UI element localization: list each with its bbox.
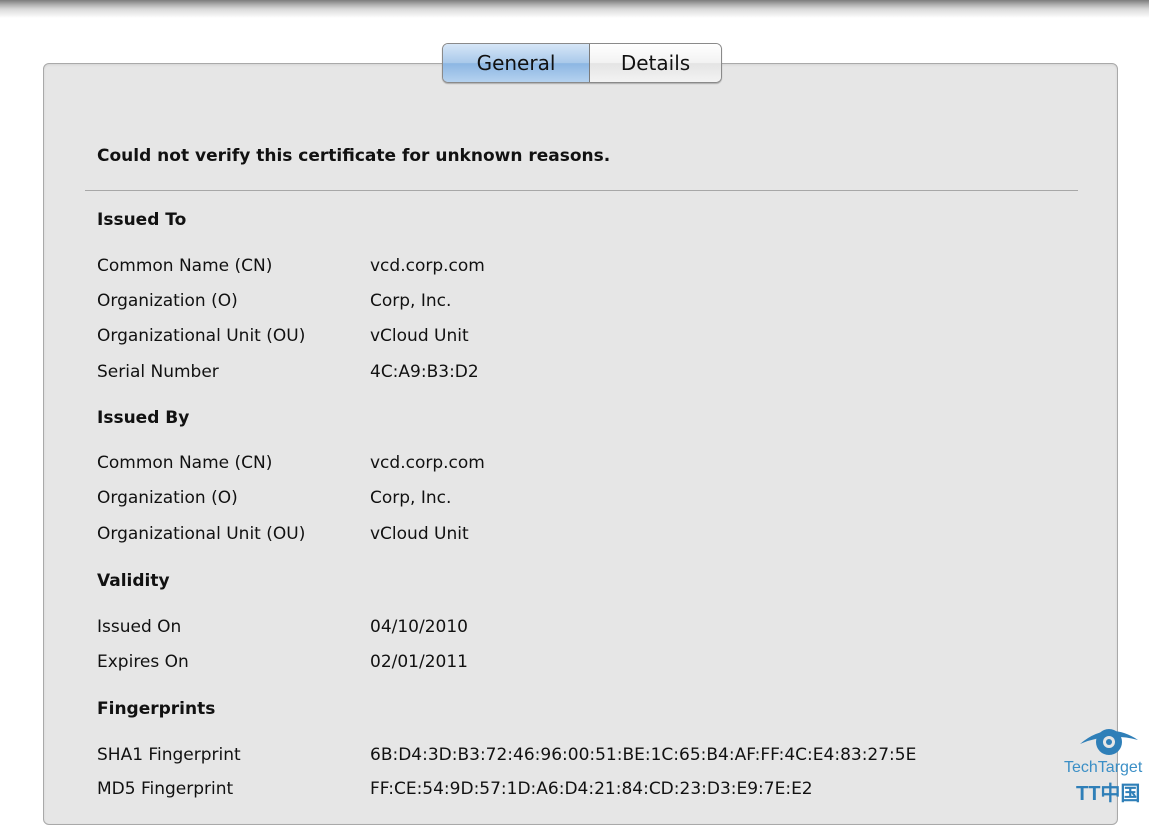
detail-label: SHA1 Fingerprint xyxy=(97,745,241,765)
tab-general[interactable]: General xyxy=(443,44,590,82)
detail-value: 04/10/2010 xyxy=(370,617,468,637)
divider xyxy=(85,190,1078,191)
detail-value: vcd.corp.com xyxy=(370,453,485,473)
watermark-brand-text: TechTarget xyxy=(1064,759,1143,776)
section-heading-issued-by: Issued By xyxy=(97,408,190,428)
verification-status-message: Could not verify this certificate for un… xyxy=(97,146,611,166)
detail-label: Organizational Unit (OU) xyxy=(97,326,306,346)
detail-value: FF:CE:54:9D:57:1D:A6:D4:21:84:CD:23:D3:E… xyxy=(370,779,813,799)
tab-bar: General Details xyxy=(442,43,722,83)
detail-label: Organization (O) xyxy=(97,488,238,508)
detail-value: Corp, Inc. xyxy=(370,488,452,508)
detail-value: vcd.corp.com xyxy=(370,256,485,276)
window-top-shadow xyxy=(0,0,1149,18)
detail-label: Organization (O) xyxy=(97,291,238,311)
section-heading-validity: Validity xyxy=(97,571,170,591)
detail-value: 02/01/2011 xyxy=(370,652,468,672)
techtarget-watermark-logo: TechTarget TT中国 xyxy=(1064,729,1143,805)
detail-value: vCloud Unit xyxy=(370,326,469,346)
section-heading-issued-to: Issued To xyxy=(97,210,187,230)
watermark-sub-text: TT中国 xyxy=(1076,781,1140,805)
section-heading-fingerprints: Fingerprints xyxy=(97,699,216,719)
detail-value: 4C:A9:B3:D2 xyxy=(370,362,479,382)
detail-label: Serial Number xyxy=(97,362,219,382)
detail-label: Organizational Unit (OU) xyxy=(97,524,306,544)
detail-label: Expires On xyxy=(97,652,189,672)
detail-label: MD5 Fingerprint xyxy=(97,779,234,799)
detail-value: Corp, Inc. xyxy=(370,291,452,311)
detail-label: Issued On xyxy=(97,617,182,637)
detail-label: Common Name (CN) xyxy=(97,453,273,473)
detail-value: 6B:D4:3D:B3:72:46:96:00:51:BE:1C:65:B4:A… xyxy=(370,745,917,765)
tab-details[interactable]: Details xyxy=(590,44,721,82)
detail-value: vCloud Unit xyxy=(370,524,469,544)
detail-label: Common Name (CN) xyxy=(97,256,273,276)
